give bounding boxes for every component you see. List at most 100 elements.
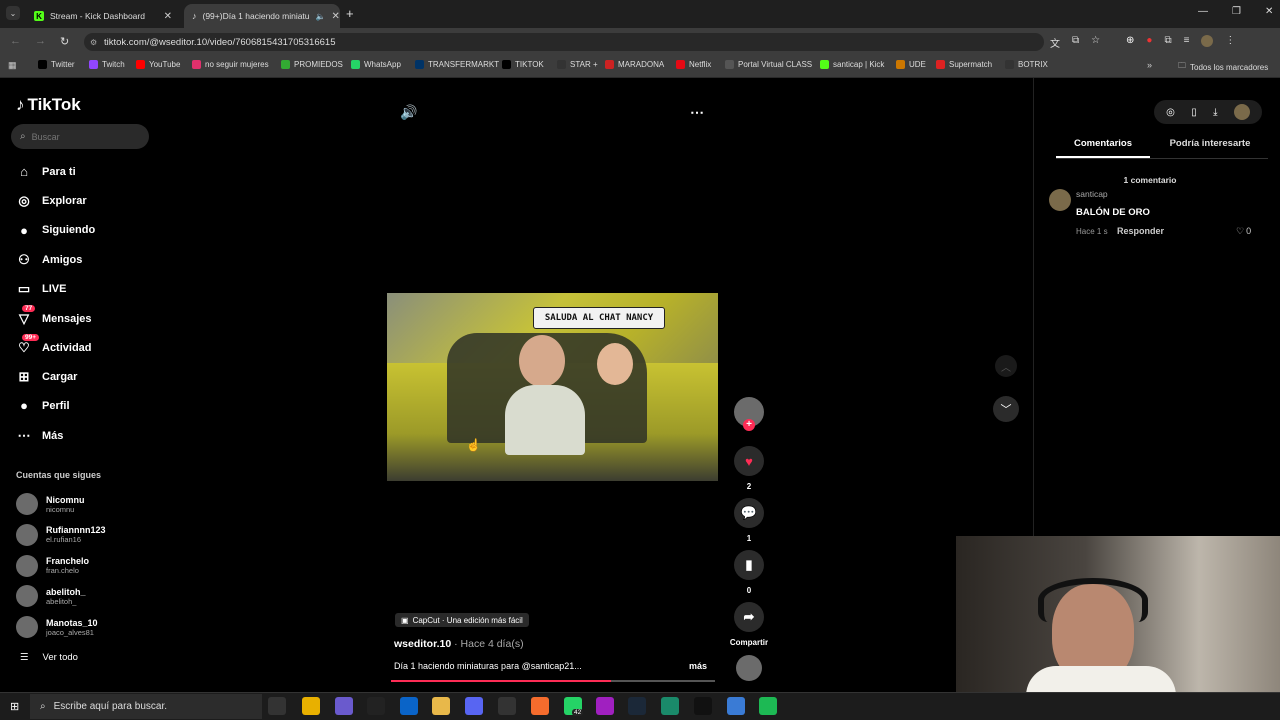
sidebar-item-messages[interactable]: ▽ 77 Mensajes: [16, 304, 92, 327]
onenote-icon[interactable]: [596, 697, 614, 715]
new-tab-icon[interactable]: +: [346, 6, 354, 21]
coin-icon[interactable]: ◎: [1166, 107, 1175, 118]
sidebar-item-following[interactable]: ● Siguiendo: [16, 223, 95, 238]
tab-tiktok-video[interactable]: ♪ (99+)Día 1 haciendo miniatu 🔈 ✕: [184, 4, 340, 28]
close-tab-icon[interactable]: ✕: [332, 11, 340, 22]
sidebar-item-live[interactable]: ▭ LIVE: [16, 281, 67, 297]
spotify-icon[interactable]: [759, 697, 777, 715]
reload-icon[interactable]: ↻: [60, 35, 69, 48]
bookmark-item[interactable]: Netflix: [676, 60, 711, 69]
like-button[interactable]: ♥ 2: [733, 446, 765, 491]
commenter-avatar[interactable]: [1049, 189, 1071, 211]
install-icon[interactable]: ⧉: [1072, 35, 1079, 50]
followed-account[interactable]: Manotas_10 joaco_alves81: [16, 616, 98, 639]
volume-icon[interactable]: 🔊: [400, 104, 417, 121]
followed-account[interactable]: Rufiannnn123 el.rufian16: [16, 523, 106, 546]
user-avatar[interactable]: [1233, 104, 1250, 120]
share-button[interactable]: ➦ Compartir: [725, 602, 773, 647]
sidebar-item-profile[interactable]: ● Perfil: [16, 398, 69, 413]
steam-icon[interactable]: [628, 697, 646, 715]
capcut-tag[interactable]: ▣ CapCut · Una edición más fácil: [395, 613, 529, 627]
tiktok-logo[interactable]: ♪ TikTok: [16, 95, 81, 115]
search-box[interactable]: ⌕: [11, 124, 149, 149]
kick-app-icon[interactable]: [661, 697, 679, 715]
bookmark-item[interactable]: TRANSFERMARKT: [415, 60, 499, 69]
tab-search-icon[interactable]: ⌄: [6, 6, 20, 20]
followed-account[interactable]: abelitoh_ abelitoh_: [16, 585, 86, 608]
bookmark-item[interactable]: Portal Virtual CLASS: [725, 60, 812, 69]
more-bookmarks-icon[interactable]: »: [1147, 60, 1152, 70]
prev-video-button[interactable]: ︿: [995, 355, 1017, 377]
bookmark-item[interactable]: no seguir mujeres: [192, 60, 269, 69]
epic-games-icon[interactable]: [367, 697, 385, 715]
bookmark-item[interactable]: Twitch: [89, 60, 125, 69]
task-view-icon[interactable]: [268, 697, 286, 715]
see-all-link[interactable]: ☰ Ver todo: [20, 652, 78, 663]
video-author[interactable]: wseditor.10: [394, 638, 451, 650]
all-bookmarks[interactable]: 🗀 Todos los marcadores: [1178, 60, 1268, 74]
bookmark-item[interactable]: PROMIEDOS: [281, 60, 343, 69]
back-icon[interactable]: ←: [10, 35, 21, 48]
bookmark-item[interactable]: WhatsApp: [351, 60, 401, 69]
followed-account[interactable]: Nicomnu nicomnu: [16, 493, 85, 515]
discord-icon[interactable]: [465, 697, 483, 715]
bookmark-item[interactable]: TIKTOK: [502, 60, 544, 69]
bookmark-item[interactable]: BOTRIX: [1005, 60, 1048, 69]
apps-icon[interactable]: ▦: [8, 60, 17, 71]
search-input[interactable]: [31, 131, 132, 142]
bookmark-item[interactable]: Supermatch: [936, 60, 992, 69]
video-player[interactable]: SALUDA AL CHAT NANCY: [387, 293, 718, 481]
reply-button[interactable]: Responder: [1117, 226, 1164, 236]
commenter-name[interactable]: santicap: [1076, 189, 1108, 199]
sidebar-item-compass[interactable]: ◎ Explorar: [16, 193, 86, 209]
copilot-icon[interactable]: [335, 697, 353, 715]
chrome-icon[interactable]: [302, 697, 320, 715]
minimize-icon[interactable]: —: [1198, 6, 1208, 17]
sidebar-item-more[interactable]: ⋯ Más: [16, 428, 64, 444]
close-window-icon[interactable]: ✕: [1265, 6, 1273, 17]
bookmark-item[interactable]: STAR +: [557, 60, 598, 69]
tab-comments[interactable]: Comentarios: [1056, 138, 1150, 158]
profile-avatar-icon[interactable]: [1201, 35, 1214, 47]
tab-kick-dashboard[interactable]: K Stream - Kick Dashboard ✕: [26, 4, 180, 28]
mute-tab-icon[interactable]: 🔈: [316, 12, 326, 21]
outlook-icon[interactable]: [400, 697, 418, 715]
more-options-icon[interactable]: ⋯: [690, 104, 704, 121]
translate-icon[interactable]: 文: [1050, 35, 1060, 50]
author-avatar[interactable]: +: [733, 397, 765, 431]
url-field[interactable]: ⚙ tiktok.com/@wseditor.10/video/760681543…: [84, 33, 1044, 51]
caption-more-button[interactable]: más: [689, 661, 707, 671]
extensions-icon[interactable]: ⧉: [1164, 35, 1171, 47]
forward-icon[interactable]: →: [35, 35, 46, 48]
bookmark-item[interactable]: Twitter: [38, 60, 75, 69]
save-button[interactable]: ▮ 0: [733, 550, 765, 595]
download-icon[interactable]: ⤓: [1213, 107, 1217, 118]
comment-like-button[interactable]: ♡ 0: [1236, 226, 1251, 237]
media-icon[interactable]: ≡: [1184, 35, 1190, 47]
menu-icon[interactable]: ⋮: [1225, 35, 1235, 47]
bookmark-item[interactable]: MARADONA: [605, 60, 664, 69]
bookmark-item[interactable]: UDE: [896, 60, 926, 69]
bookmark-star-icon[interactable]: ☆: [1091, 35, 1100, 50]
obs-icon[interactable]: [498, 697, 516, 715]
bookmark-item[interactable]: santicap | Kick: [820, 60, 884, 69]
extension-icon[interactable]: ⊕: [1126, 35, 1134, 47]
site-info-icon[interactable]: ⚙: [90, 38, 97, 47]
capcut-icon[interactable]: [694, 697, 712, 715]
extension-red-icon[interactable]: ●: [1146, 35, 1152, 47]
music-avatar[interactable]: [736, 655, 762, 681]
followed-account[interactable]: Franchelo fran.chelo: [16, 554, 89, 577]
device-icon[interactable]: ▯: [1191, 107, 1197, 118]
taskbar-search[interactable]: ⌕ Escribe aquí para buscar.: [30, 694, 262, 719]
vpn-icon[interactable]: [727, 697, 745, 715]
sidebar-item-home[interactable]: ⌂ Para ti: [16, 164, 76, 179]
comment-button[interactable]: 💬 1: [733, 498, 765, 543]
file-explorer-icon[interactable]: [432, 697, 450, 715]
tab-suggested[interactable]: Podría interesarte: [1160, 138, 1260, 149]
next-video-button[interactable]: ﹀: [993, 396, 1019, 422]
sidebar-item-upload[interactable]: ⊞ Cargar: [16, 369, 78, 385]
progress-track[interactable]: [391, 680, 715, 682]
windows-start-icon[interactable]: ⊞: [10, 700, 19, 713]
sidebar-item-activity[interactable]: ♡ 99+ Actividad: [16, 333, 92, 356]
bookmark-item[interactable]: YouTube: [136, 60, 180, 69]
